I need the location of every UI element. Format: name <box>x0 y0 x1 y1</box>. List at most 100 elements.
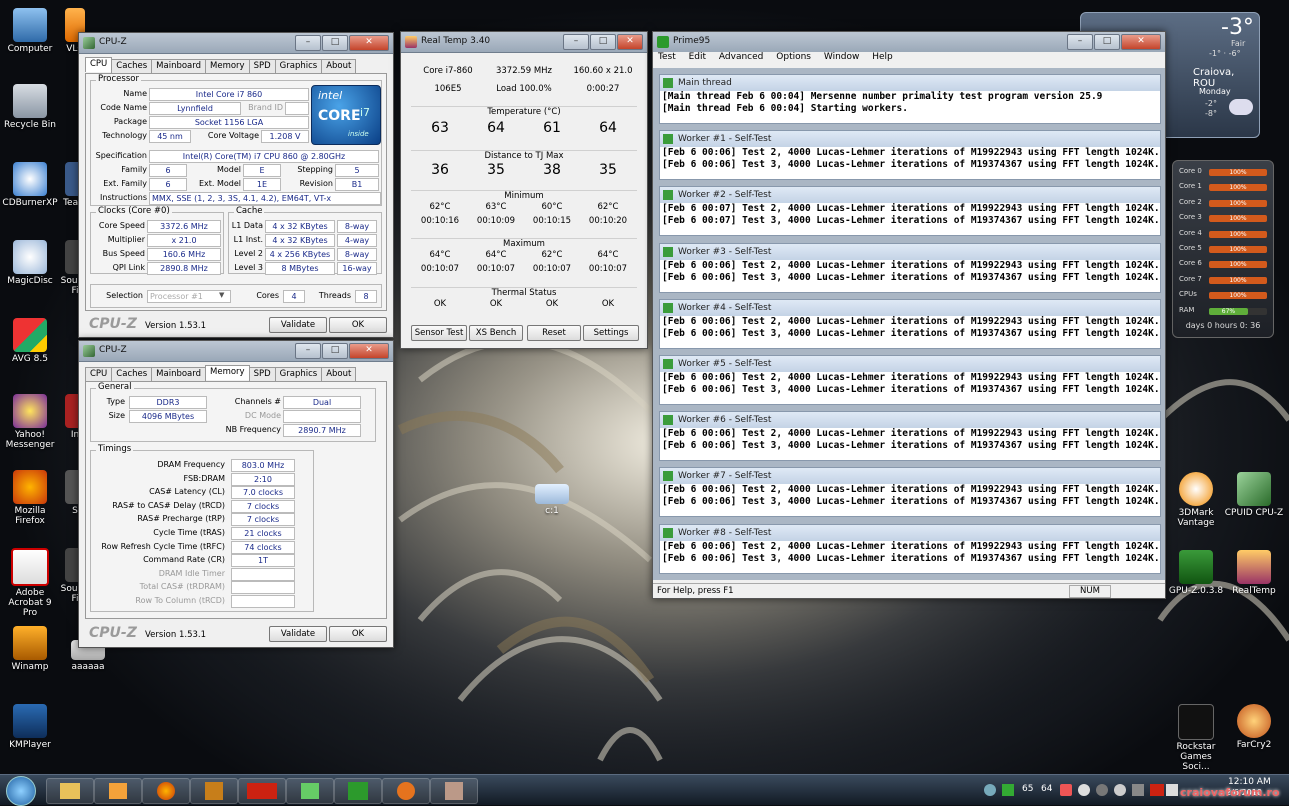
tray-network-icon[interactable] <box>984 784 996 796</box>
taskbar-ati[interactable] <box>238 778 286 804</box>
tab-caches[interactable]: Caches <box>111 367 153 382</box>
validate-button[interactable]: Validate <box>269 317 327 333</box>
cpuz-window-memory[interactable]: CPU-Z – □ ✕ CPU Caches Mainboard Memory SP… <box>78 340 394 648</box>
worker-pane[interactable]: Worker #3 - Self-Test [Feb 6 00:06] Test … <box>659 242 1161 293</box>
prime95-window[interactable]: Prime95 – □ ✕ Test Edit Advanced Options W… <box>652 31 1166 599</box>
desktop-icon-rockstar[interactable]: Rockstar Games Soci... <box>1166 704 1226 772</box>
desktop-icon-realtemp[interactable]: RealTemp <box>1224 550 1284 596</box>
desktop-icon-yahoo[interactable]: Yahoo! Messenger <box>0 394 60 450</box>
minimum-temp: 60°C <box>541 202 563 212</box>
desktop-icon-firefox[interactable]: Mozilla Firefox <box>0 470 60 526</box>
tab-cpu[interactable]: CPU <box>85 57 113 72</box>
tab-graphics[interactable]: Graphics <box>274 367 323 382</box>
tray-ati-icon[interactable] <box>1150 784 1164 796</box>
tab-memory[interactable]: Memory <box>205 59 250 74</box>
title-bar[interactable]: Prime95 – □ ✕ <box>653 32 1165 53</box>
tray-icon[interactable] <box>1060 784 1072 796</box>
worker-pane[interactable]: Worker #7 - Self-Test [Feb 6 00:06] Test … <box>659 467 1161 518</box>
taskbar-prime95[interactable] <box>334 778 382 804</box>
maximize-button[interactable]: □ <box>322 35 348 51</box>
desktop-icon-cpuz[interactable]: CPUID CPU-Z <box>1224 472 1284 518</box>
tab-mainboard[interactable]: Mainboard <box>151 367 207 382</box>
taskbar-winamp[interactable] <box>190 778 238 804</box>
title-bar[interactable]: CPU-Z – □ ✕ <box>79 341 393 362</box>
tray-icon[interactable] <box>1096 784 1108 796</box>
taskbar-info[interactable] <box>382 778 430 804</box>
maximize-button[interactable]: □ <box>1094 34 1120 50</box>
tray-icon[interactable] <box>1166 784 1178 796</box>
validate-button[interactable]: Validate <box>269 626 327 642</box>
ok-button[interactable]: OK <box>329 626 387 642</box>
tab-spd[interactable]: SPD <box>248 59 276 74</box>
worker-pane[interactable]: Main thread [Main thread Feb 6 00:04] Mer… <box>659 74 1161 124</box>
tab-spd[interactable]: SPD <box>248 367 276 382</box>
tab-graphics[interactable]: Graphics <box>274 59 323 74</box>
ok-button[interactable]: OK <box>329 317 387 333</box>
tray-icon[interactable] <box>1132 784 1144 796</box>
tab-about[interactable]: About <box>321 367 357 382</box>
menu-help[interactable]: Help <box>872 52 893 62</box>
cpu-meter-bar: 100% <box>1209 169 1267 176</box>
realtemp-window[interactable]: Real Temp 3.40 – □ ✕ Core i7-860 3372.59 M… <box>400 31 648 349</box>
worker-pane[interactable]: Worker #4 - Self-Test [Feb 6 00:06] Test … <box>659 298 1161 349</box>
taskbar-media-player[interactable] <box>94 778 142 804</box>
worker-pane[interactable]: Worker #6 - Self-Test [Feb 6 00:06] Test … <box>659 411 1161 462</box>
menu-window[interactable]: Window <box>824 52 860 62</box>
minimize-button[interactable]: – <box>295 35 321 51</box>
start-button[interactable] <box>6 776 36 806</box>
taskbar-explorer[interactable] <box>46 778 94 804</box>
desktop-icon-computer[interactable]: Computer <box>0 8 60 54</box>
desktop-icon-kmplayer[interactable]: KMPlayer <box>0 704 60 750</box>
desktop-icon-recycle-bin[interactable]: Recycle Bin <box>0 84 60 130</box>
worker-pane[interactable]: Worker #5 - Self-Test [Feb 6 00:06] Test … <box>659 355 1161 405</box>
tab-caches[interactable]: Caches <box>111 59 153 74</box>
tab-memory[interactable]: Memory <box>205 365 250 380</box>
title-bar[interactable]: CPU-Z – □ ✕ <box>79 33 393 54</box>
label-specification: Specification <box>95 151 147 160</box>
desktop-icon-c1[interactable]: c:1 <box>522 484 582 516</box>
desktop-icon-farcry2[interactable]: FarCry2 <box>1224 704 1284 750</box>
taskbar-realtemp[interactable] <box>430 778 478 804</box>
taskbar-cpuz[interactable] <box>286 778 334 804</box>
close-button[interactable]: ✕ <box>617 34 643 50</box>
desktop-icon-cdburnerxp[interactable]: CDBurnerXP <box>0 162 60 208</box>
worker-pane[interactable]: Worker #1 - Self-Test [Feb 6 00:06] Test … <box>659 130 1161 181</box>
menu-test[interactable]: Test <box>658 52 676 62</box>
desktop-icon-3dmark[interactable]: 3DMark Vantage <box>1166 472 1226 528</box>
cpu-meter-bar: 100% <box>1209 184 1267 192</box>
maximize-button[interactable]: □ <box>590 34 616 50</box>
close-button[interactable]: ✕ <box>1121 34 1161 50</box>
minimize-button[interactable]: – <box>295 343 321 359</box>
reset-button[interactable]: Reset <box>527 325 581 341</box>
worker-pane[interactable]: Worker #8 - Self-Test [Feb 6 00:06] Test … <box>659 523 1161 574</box>
realtemp-icon <box>1237 550 1271 584</box>
tray-icon[interactable] <box>1078 784 1090 796</box>
cpuz-window-cpu[interactable]: CPU-Z – □ ✕ CPU Caches Mainboard Memory SP… <box>78 32 394 338</box>
maximize-button[interactable]: □ <box>322 343 348 359</box>
menu-options[interactable]: Options <box>776 52 811 62</box>
title-bar[interactable]: Real Temp 3.40 – □ ✕ <box>401 32 647 53</box>
settings-button[interactable]: Settings <box>583 325 639 341</box>
selection-group: Selection Processor #1 ▼ Cores 4 Threads… <box>90 284 382 308</box>
desktop-icon-gpuz[interactable]: GPU-Z.0.3.8 <box>1166 550 1226 596</box>
desktop-icon-acrobat[interactable]: Adobe Acrobat 9 Pro <box>0 548 60 618</box>
tab-cpu[interactable]: CPU <box>85 367 113 382</box>
worker-pane[interactable]: Worker #2 - Self-Test [Feb 6 00:07] Test … <box>659 186 1161 237</box>
tray-gpu-icon[interactable] <box>1002 784 1014 796</box>
minimize-button[interactable]: – <box>563 34 589 50</box>
menu-advanced[interactable]: Advanced <box>719 52 763 62</box>
menu-edit[interactable]: Edit <box>689 52 706 62</box>
desktop-icon-winamp[interactable]: Winamp <box>0 626 60 672</box>
xs-bench-button[interactable]: XS Bench <box>469 325 523 341</box>
close-button[interactable]: ✕ <box>349 343 389 359</box>
tab-about[interactable]: About <box>321 59 357 74</box>
minimize-button[interactable]: – <box>1067 34 1093 50</box>
close-button[interactable]: ✕ <box>349 35 389 51</box>
cpu-meter-gadget[interactable]: Core 0 100% Core 1 100% Core 2 100% Core 3 100%… <box>1172 160 1274 338</box>
volume-icon[interactable] <box>1114 784 1126 796</box>
desktop-icon-avg[interactable]: AVG 8.5 <box>0 318 60 364</box>
tab-mainboard[interactable]: Mainboard <box>151 59 207 74</box>
desktop-icon-magicdisc[interactable]: MagicDisc <box>0 240 60 286</box>
sensor-test-button[interactable]: Sensor Test <box>411 325 467 341</box>
taskbar-firefox[interactable] <box>142 778 190 804</box>
